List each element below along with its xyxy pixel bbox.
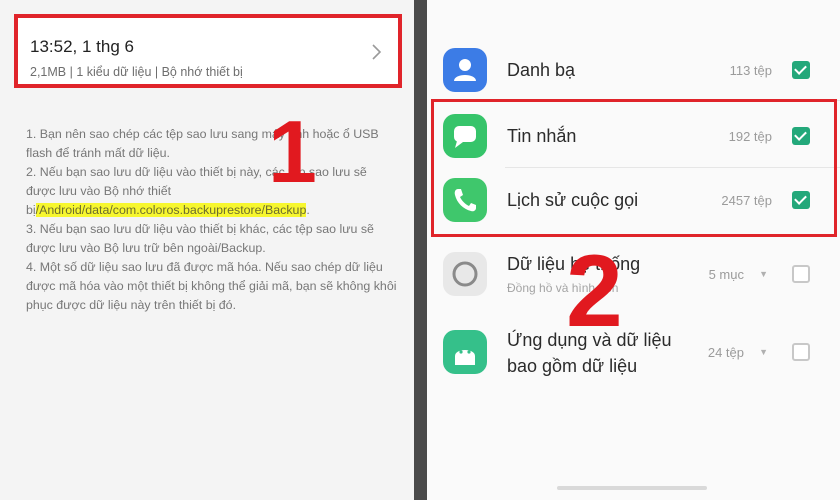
android-icon xyxy=(443,330,487,374)
note-4: 4. Một số dữ liệu sao lưu đã được mã hóa… xyxy=(26,260,397,312)
checkbox-contacts[interactable] xyxy=(792,61,810,79)
selection-highlight-box xyxy=(431,99,837,237)
backup-notes: 1. Bạn nên sao chép các tệp sao lưu sang… xyxy=(26,125,398,315)
backup-path-highlight: /Android/data/com.coloros.backuprestore/… xyxy=(35,203,307,217)
chevron-right-icon xyxy=(372,44,382,60)
item-count: 24 tệp xyxy=(707,345,744,360)
list-item-system-data[interactable]: Dữ liệu hệ thống Đồng hồ và hình nền 5 m… xyxy=(427,248,840,304)
step-number-1: 1 xyxy=(268,102,317,201)
note-3: 3. Nếu bạn sao lưu dữ liệu vào thiết bị … xyxy=(26,222,374,255)
item-label-line2: bao gồm dữ liệu xyxy=(507,356,638,376)
home-indicator xyxy=(557,486,707,490)
backup-meta: 2,1MB | 1 kiểu dữ liệu | Bộ nhớ thiết bị xyxy=(30,65,243,79)
note-2: 2. Nếu bạn sao lưu dữ liệu vào thiết bị … xyxy=(26,163,398,220)
item-count: 113 tệp xyxy=(729,63,772,78)
checkbox-apps[interactable] xyxy=(792,343,810,361)
backup-list-panel: 13:52, 1 thg 6 2,1MB | 1 kiểu dữ liệu | … xyxy=(0,0,414,500)
contacts-icon xyxy=(443,48,487,92)
note-2-end: . xyxy=(306,203,310,217)
step-number-2: 2 xyxy=(566,234,623,348)
chevron-down-icon[interactable]: ▼ xyxy=(759,269,768,279)
system-data-icon xyxy=(443,252,487,296)
chevron-down-icon[interactable]: ▼ xyxy=(759,347,768,357)
note-1: 1. Bạn nên sao chép các tệp sao lưu sang… xyxy=(26,127,379,160)
backup-data-selection-panel: Danh bạ 113 tệp Tin nhắn 192 tệp Lịch sử… xyxy=(427,0,840,500)
item-label: Danh bạ xyxy=(507,60,576,80)
list-item-apps[interactable]: Ứng dụng và dữ liệu bao gồm dữ liệu 24 t… xyxy=(427,326,840,386)
item-count: 5 mục xyxy=(708,267,744,282)
checkbox-system-data[interactable] xyxy=(792,265,810,283)
backup-entry[interactable]: 13:52, 1 thg 6 2,1MB | 1 kiểu dữ liệu | … xyxy=(14,14,402,88)
backup-time: 13:52, 1 thg 6 xyxy=(30,37,134,56)
list-item-contacts[interactable]: Danh bạ 113 tệp xyxy=(427,44,840,96)
